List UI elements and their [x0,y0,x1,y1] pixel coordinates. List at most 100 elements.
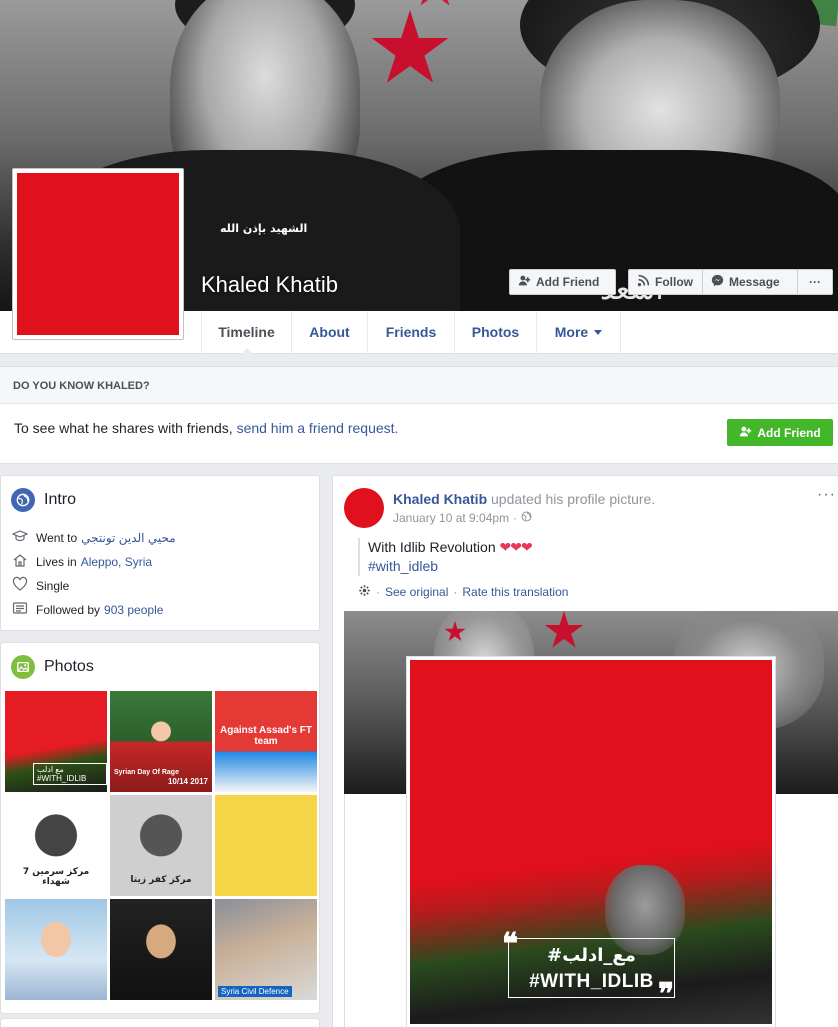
message-label: Message [729,275,780,289]
photos-icon [11,655,35,679]
more-options-button[interactable]: ··· [798,269,833,295]
post-timestamp-row: January 10 at 9:04pm · [393,511,532,525]
post-text-content: With Idlib Revolution [368,539,496,555]
photo-thumb-3-title: Against Assad's FT team [219,725,313,747]
messenger-icon [711,274,724,290]
photo-thumb-3[interactable]: Against Assad's FT team [215,691,317,792]
tab-timeline-label: Timeline [218,324,275,340]
message-button[interactable]: Message [703,269,798,295]
cover-arabic-caption: الشهيد بإذن الله [220,222,308,235]
add-friend-green-button[interactable]: Add Friend [727,419,833,446]
post-options-icon[interactable]: ··· [817,486,836,504]
post-card: Khaled Khatib updated his profile pictur… [332,475,838,1027]
separator-dot: · [376,585,380,599]
intro-education-link[interactable]: محيي الدين تونتجي [81,531,175,545]
intro-location-link[interactable]: Aleppo, Syria [81,555,152,569]
followers-icon [12,600,28,619]
do-you-know-text: To see what he shares with friends, send… [14,420,398,436]
globe-icon[interactable] [521,511,532,525]
intro-education-prefix: Went to [36,530,78,545]
send-friend-request-link[interactable]: send him a friend request. [237,420,399,436]
tab-photos[interactable]: Photos [455,311,537,353]
tab-about[interactable]: About [292,311,368,353]
globe-icon [11,488,35,512]
photo-thumb-7[interactable] [5,899,107,1000]
intro-location-prefix: Lives in [36,554,77,569]
add-friend-label: Add Friend [536,275,600,289]
quote-close-icon: ❞ [658,977,675,1012]
tab-friends[interactable]: Friends [368,311,455,353]
home-icon [12,552,28,571]
flag-star [411,0,459,6]
intro-title-label: Intro [44,491,77,508]
intro-education: Went to محيي الدين تونتجي [11,528,176,547]
flag-star [544,611,584,648]
tab-photos-label: Photos [471,324,520,340]
hearts-emoji: ❤❤❤ [499,539,533,555]
post-text: With Idlib Revolution ❤❤❤ [368,538,533,557]
heart-icon [12,576,28,595]
photo-grid: مع ادلب #WITH_IDLIB Syrian Day Of Rage 1… [5,691,317,1000]
graduation-cap-icon [11,528,29,547]
post-action-text: updated his profile picture. [487,491,656,507]
add-friend-green-label: Add Friend [757,425,821,440]
photo-thumb-5[interactable]: مركز كفر زيتا [110,795,212,896]
chevron-down-icon [594,330,603,339]
photo-thumb-9[interactable]: Syria Civil Defence [215,899,317,1000]
intro-location: Lives in Aleppo, Syria [12,552,152,571]
photo-thumb-8[interactable] [110,899,212,1000]
post-author-link[interactable]: Khaled Khatib [393,491,487,507]
with-idlib-frame: #مع_ادلب #WITH_IDLIB [508,938,675,998]
separator-dot: · [513,511,518,525]
hashtag-link[interactable]: #with_idleb [368,558,438,574]
tab-more-label: More [554,324,589,340]
intro-card: Intro Went to محيي الدين تونتجي Lives in… [0,475,320,631]
profile-picture[interactable] [17,173,179,335]
intro-relationship: Single [12,576,69,595]
intro-followers-link[interactable]: 903 people [104,603,163,617]
intro-followers-prefix: Followed by [36,602,101,617]
photo-thumb-9-caption: Syria Civil Defence [218,986,292,997]
post-timestamp[interactable]: January 10 at 9:04pm [393,511,509,525]
post-text-block: With Idlib Revolution ❤❤❤ #with_idleb [358,538,533,576]
do-you-know-prefix: To see what he shares with friends, [14,420,237,436]
post-profile-picture-frame[interactable]: ❝ #مع_ادلب #WITH_IDLIB ❞ [406,656,776,1027]
tab-friends-label: Friends [385,324,437,340]
profile-picture-frame[interactable] [12,168,184,340]
next-card-stub [0,1018,320,1027]
tab-more[interactable]: More [537,311,621,353]
photo-thumb-6[interactable] [215,795,317,896]
see-original-link[interactable]: See original [385,585,448,599]
translation-row: · See original · Rate this translation [358,584,568,600]
intro-relationship-label: Single [36,578,70,593]
add-friend-button[interactable]: Add Friend [509,269,616,295]
photo-thumb-2-date: 10/14 2017 [167,777,208,786]
intro-followers: Followed by 903 people [12,600,163,619]
tab-timeline[interactable]: Timeline [201,311,292,354]
with-idlib-arabic: #مع_ادلب [547,945,636,966]
post-author-avatar[interactable] [344,488,384,528]
photos-title-label: Photos [44,658,94,675]
photo-thumb-1-tag: مع ادلب #WITH_IDLIB [33,763,107,785]
post-header: Khaled Khatib updated his profile pictur… [393,491,655,507]
rate-translation-link[interactable]: Rate this translation [462,585,568,599]
photo-thumb-1[interactable]: مع ادلب #WITH_IDLIB [5,691,107,792]
tab-about-label: About [309,324,350,340]
post-profile-picture[interactable]: ❝ #مع_ادلب #WITH_IDLIB ❞ [410,660,772,1024]
photo-thumb-2[interactable]: Syrian Day Of Rage 10/14 2017 [110,691,212,792]
flag-star [371,10,449,83]
with-idlib-english: #WITH_IDLIB [529,971,654,992]
add-friend-icon [518,274,531,290]
photo-thumb-4-caption: مركز سرمين 7 شهداء [22,867,90,887]
profile-name[interactable]: Khaled Khatib [201,272,338,298]
do-you-know-heading: Do you know Khaled? [0,367,838,404]
intro-title: Intro [11,488,76,512]
photos-card: Photos مع ادلب #WITH_IDLIB Syrian Day Of… [0,642,320,1014]
separator-dot: · [453,585,458,599]
more-dots-icon: ··· [809,275,821,289]
photo-thumb-4[interactable]: مركز سرمين 7 شهداء [5,795,107,896]
follow-button[interactable]: Follow [628,269,703,295]
photo-thumb-2-caption: Syrian Day Of Rage [114,769,179,776]
follow-label: Follow [655,275,693,289]
gear-icon[interactable] [358,584,371,600]
